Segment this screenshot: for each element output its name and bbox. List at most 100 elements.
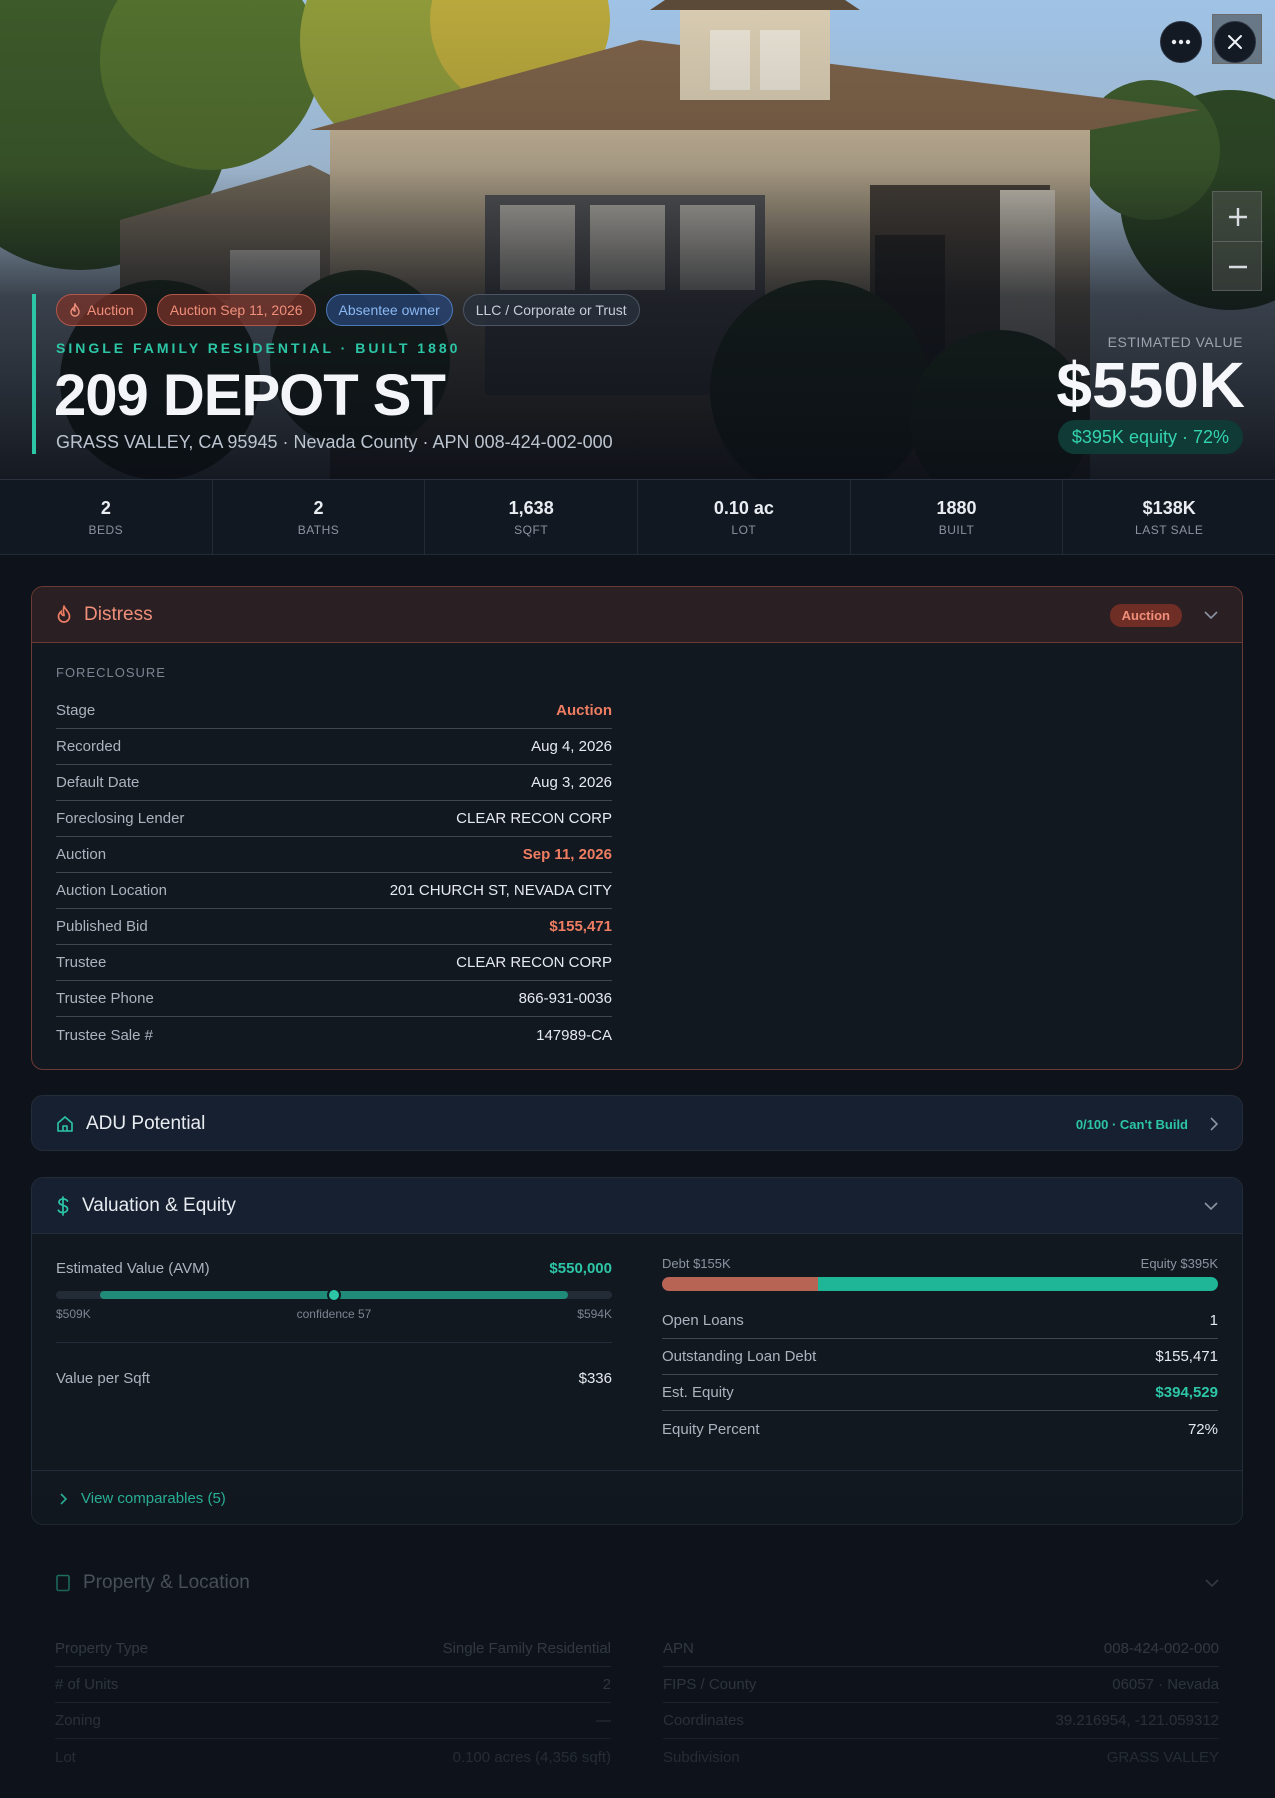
detail-key: Trustee Sale #	[56, 1026, 153, 1044]
chip-llc-owner[interactable]: LLC / Corporate or Trust	[462, 294, 640, 326]
hero: Auction Auction Sep 11, 2026 Absentee ow…	[0, 0, 1275, 480]
status-badge: Auction	[1109, 603, 1182, 627]
plus-icon	[1229, 207, 1247, 226]
detail-key: Trustee Phone	[56, 990, 154, 1007]
detail-row: Trustee Sale # 147989-CA	[56, 1017, 612, 1053]
chevron-right-icon	[60, 1492, 67, 1505]
stat-beds: 2 BEDS	[0, 480, 213, 554]
zoom-out-button[interactable]	[1213, 242, 1263, 292]
distress-card: Distress Auction FORECLOSURE Stage Auctio…	[31, 586, 1243, 1070]
stat-built: 1880 BUILT	[851, 480, 1064, 554]
detail-key: Auction Location	[56, 882, 167, 899]
adu-header[interactable]: ADU Potential 0/100 · Can't Build	[32, 1096, 1242, 1150]
property-details-right: APN 008-424-002-000 FIPS / County 06057 · …	[663, 1631, 1219, 1775]
location-line: GRASS VALLEY, CA 95945 · Nevada County ·…	[56, 432, 613, 452]
property-location-header[interactable]: Property & Location	[31, 1555, 1243, 1611]
range-high: $594K	[577, 1307, 612, 1321]
detail-row: Auction Sep 11, 2026	[56, 837, 612, 873]
stat-baths: 2 BATHS	[213, 480, 426, 554]
tag-chips: Auction Auction Sep 11, 2026 Absentee ow…	[56, 294, 640, 326]
detail-row: Default Date Aug 3, 2026	[56, 765, 612, 801]
adu-potential-card[interactable]: ADU Potential 0/100 · Can't Build	[31, 1095, 1243, 1151]
chevron-down-icon[interactable]	[1204, 1202, 1218, 1210]
stat-lot: 0.10 ac LOT	[638, 480, 851, 554]
detail-key: Lot	[55, 1748, 76, 1766]
detail-row: Outstanding Loan Debt $155,471	[662, 1339, 1218, 1375]
detail-row: APN 008-424-002-000	[663, 1631, 1219, 1667]
valuation-header[interactable]: Valuation & Equity	[32, 1178, 1242, 1234]
stat-last-sale: $138K LAST SALE	[1063, 480, 1275, 554]
section-title: Property & Location	[83, 1572, 250, 1593]
detail-key: Trustee	[56, 954, 107, 971]
subsection-label: FORECLOSURE	[56, 665, 166, 680]
more-horizontal-icon	[1171, 39, 1191, 45]
more-options-button[interactable]	[1160, 21, 1202, 63]
property-location-section: Property & Location Property Type Single …	[31, 1555, 1243, 1798]
distress-header[interactable]: Distress Auction	[32, 587, 1242, 643]
detail-value: Auction	[556, 702, 612, 719]
view-comparables-link[interactable]: View comparables (5)	[32, 1470, 1242, 1524]
stat-value: 1,638	[508, 497, 554, 518]
page-title: 209 DEPOT ST	[54, 363, 446, 428]
stats-bar: 2 BEDS 2 BATHS 1,638 SQFT 0.10 ac LOT 18…	[0, 480, 1275, 555]
close-button[interactable]	[1214, 21, 1256, 63]
stat-value: 2	[313, 497, 324, 518]
debt-label: Debt $155K	[662, 1256, 731, 1271]
stat-label: BUILT	[938, 522, 975, 537]
detail-key: Subdivision	[663, 1748, 740, 1766]
chevron-down-icon[interactable]	[1205, 1579, 1219, 1587]
detail-row: Stage Auction	[56, 693, 612, 729]
detail-value: 1	[1209, 1312, 1218, 1329]
detail-key: APN	[663, 1640, 694, 1657]
confidence-label: confidence 57	[296, 1307, 372, 1321]
detail-row: Trustee CLEAR RECON CORP	[56, 945, 612, 981]
detail-value: 866-931-0036	[518, 990, 612, 1007]
chip-label: Absentee owner	[338, 302, 440, 318]
flame-icon	[57, 605, 71, 623]
chevron-down-icon[interactable]	[1204, 611, 1218, 619]
detail-row: Auction Location 201 CHURCH ST, NEVADA CI…	[56, 873, 612, 909]
detail-key: Zoning	[55, 1712, 101, 1729]
section-title: Valuation & Equity	[82, 1194, 236, 1216]
avm-label: Estimated Value (AVM)	[56, 1260, 210, 1277]
chip-absentee-owner[interactable]: Absentee owner	[325, 294, 453, 326]
detail-key: Open Loans	[662, 1312, 744, 1329]
adu-score: 0/100 · Can't Build	[1075, 1116, 1188, 1132]
detail-value: 147989-CA	[536, 1026, 612, 1044]
avm-range-track	[56, 1288, 612, 1302]
detail-value: 201 CHURCH ST, NEVADA CITY	[389, 882, 612, 899]
debt-equity-bar	[662, 1277, 1218, 1291]
dollar-icon	[57, 1195, 69, 1216]
detail-value: $394,529	[1155, 1384, 1218, 1401]
zoom-in-button[interactable]	[1213, 192, 1263, 242]
hero-accent-bar	[32, 294, 36, 454]
stat-value: 0.10 ac	[713, 497, 774, 518]
equity-label: Equity $395K	[1140, 1256, 1218, 1271]
detail-row: Recorded Aug 4, 2026	[56, 729, 612, 765]
detail-row: # of Units 2	[55, 1667, 611, 1703]
detail-row: Est. Equity $394,529	[662, 1375, 1218, 1411]
value-per-sqft-row: Value per Sqft $336	[56, 1342, 612, 1414]
detail-row: Coordinates 39.216954, -121.059312	[663, 1703, 1219, 1739]
detail-value: Sep 11, 2026	[522, 846, 612, 863]
detail-key: Default Date	[56, 774, 140, 791]
chip-label: Auction	[87, 302, 134, 318]
section-title: Distress	[84, 603, 153, 625]
stat-label: LOT	[731, 522, 757, 537]
section-title: ADU Potential	[86, 1113, 206, 1134]
detail-key: Outstanding Loan Debt	[662, 1348, 817, 1365]
chip-auction[interactable]: Auction	[56, 294, 147, 326]
stat-value: $138K	[1142, 497, 1196, 518]
detail-value: 72%	[1187, 1420, 1218, 1438]
detail-value: CLEAR RECON CORP	[456, 954, 612, 971]
detail-key: # of Units	[55, 1676, 119, 1693]
minus-icon	[1229, 265, 1247, 269]
chip-label: Auction Sep 11, 2026	[169, 302, 303, 318]
building-icon	[56, 1574, 70, 1592]
detail-value: GRASS VALLEY	[1106, 1748, 1219, 1766]
debt-equity-panel: Debt $155K Equity $395K Open Loans 1 Outs…	[662, 1256, 1218, 1447]
detail-value: CLEAR RECON CORP	[456, 810, 612, 827]
detail-value: 39.216954, -121.059312	[1055, 1712, 1219, 1729]
chevron-right-icon[interactable]	[1210, 1117, 1218, 1131]
chip-auction-date[interactable]: Auction Sep 11, 2026	[156, 294, 316, 326]
